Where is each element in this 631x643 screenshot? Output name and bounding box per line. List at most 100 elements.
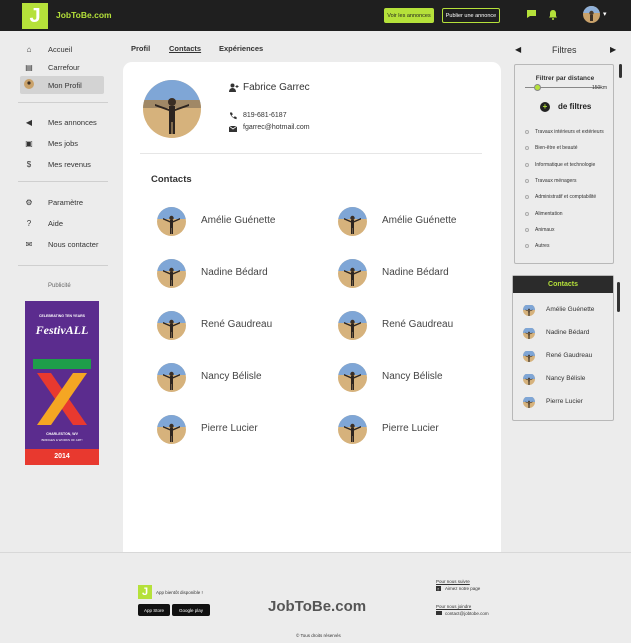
scrollbar[interactable]	[617, 282, 620, 312]
filter-option[interactable]: Informatique et technologie	[525, 162, 595, 168]
side-contact-name[interactable]: Nadine Bédard	[546, 329, 589, 336]
side-contact-avatar[interactable]	[523, 304, 535, 316]
radio-icon	[525, 244, 529, 249]
filter-option[interactable]: Travaux intérieurs et extérieurs	[525, 129, 604, 135]
help-icon: ?	[26, 218, 32, 228]
sidebar-item-mes-revenus[interactable]: $ Mes revenus	[20, 155, 104, 173]
side-contact-name[interactable]: Pierre Lucier	[546, 398, 583, 405]
ad-year: 2014	[25, 449, 99, 465]
filter-panel: Filtrer par distance 150km + de filtres …	[514, 64, 614, 264]
filter-option-label: Bien-être et beauté	[535, 145, 578, 152]
sidebar-item-label: Carrefour	[48, 62, 80, 72]
briefcase-icon: ▣	[25, 138, 33, 148]
side-contact-avatar[interactable]	[523, 396, 535, 408]
side-contacts-panel: Contacts Amélie Guénette Nadine Bédard Ren…	[512, 275, 614, 421]
side-contact-avatar[interactable]	[523, 327, 535, 339]
contact-avatar[interactable]	[157, 311, 186, 340]
contact-email[interactable]: contact@jobtobe.com	[445, 611, 489, 616]
radio-icon	[525, 162, 529, 167]
tab-profil[interactable]: Profil	[131, 44, 150, 53]
logo-text[interactable]: JobToBe.com	[56, 10, 112, 20]
sidebar-item-accueil[interactable]: ⌂ Accueil	[20, 40, 104, 58]
sidebar-item-parametre[interactable]: ⚙ Paramètre	[20, 193, 104, 211]
contact-name[interactable]: Amélie Guénette	[382, 215, 457, 226]
contact-avatar[interactable]	[338, 259, 367, 288]
plus-icon[interactable]: +	[540, 102, 550, 112]
ad-banner[interactable]: CELEBRATING TEN YEARS FestivALL CHARLEST…	[25, 301, 99, 465]
chevron-down-icon[interactable]: ▾	[603, 10, 607, 18]
contact-avatar[interactable]	[157, 415, 186, 444]
bell-icon[interactable]	[548, 9, 558, 23]
sidebar-item-label: Aide	[48, 218, 64, 228]
sidebar-item-nous-contacter[interactable]: ✉ Nous contacter	[20, 235, 104, 253]
contact-avatar[interactable]	[157, 259, 186, 288]
filters-title: Filtres	[552, 45, 577, 55]
contact-name[interactable]: René Gaudreau	[382, 319, 453, 330]
contact-avatar[interactable]	[338, 363, 367, 392]
google-play-label: Google play	[178, 607, 204, 613]
top-bar: J JobToBe.com Voir les annonces Publier …	[0, 0, 631, 31]
sidebar-item-carrefour[interactable]: ▤ Carrefour	[20, 58, 104, 76]
sidebar-item-label: Mon Profil	[48, 80, 82, 90]
profile-name: Fabrice Garrec	[243, 82, 310, 93]
sidebar-item-aide[interactable]: ? Aide	[20, 214, 104, 232]
post-ad-button[interactable]: Publier une annonce	[442, 8, 500, 23]
chat-icon[interactable]	[526, 9, 537, 22]
follow-text[interactable]: Aimez notre page	[445, 586, 480, 591]
sidebar-divider	[18, 265, 108, 266]
side-contact-avatar[interactable]	[523, 373, 535, 385]
side-contact-avatar[interactable]	[523, 350, 535, 362]
filter-option[interactable]: Travaux ménagers	[525, 178, 577, 184]
view-ads-button[interactable]: Voir les annonces	[384, 8, 434, 23]
filter-option[interactable]: Administratif et comptabilité	[525, 194, 596, 200]
profile-email[interactable]: fgarrec@hotmail.com	[243, 124, 310, 131]
contact-name[interactable]: Pierre Lucier	[382, 423, 439, 434]
sidebar-item-mes-jobs[interactable]: ▣ Mes jobs	[20, 134, 104, 152]
ad-brand: FestivALL	[35, 323, 89, 337]
filter-option[interactable]: Animaux	[525, 227, 554, 233]
logo-letter: J	[29, 4, 41, 27]
scrollbar[interactable]	[619, 64, 622, 78]
copyright: © Tous droits réservés	[296, 633, 341, 638]
contact-avatar[interactable]	[157, 363, 186, 392]
contact-name[interactable]: René Gaudreau	[201, 319, 272, 330]
mail-icon	[436, 611, 442, 616]
more-filters-label[interactable]: de filtres	[558, 102, 591, 111]
megaphone-icon: ◀	[25, 117, 33, 127]
logo[interactable]: J	[22, 3, 48, 29]
sidebar-item-mon-profil[interactable]: Mon Profil	[20, 76, 104, 94]
filter-option[interactable]: Alimentation	[525, 211, 563, 217]
filter-option[interactable]: Autres	[525, 243, 549, 249]
contact-name[interactable]: Nadine Bédard	[382, 267, 449, 278]
filter-option-label: Travaux ménagers	[535, 177, 577, 184]
side-contact-name[interactable]: Amélie Guénette	[546, 306, 594, 313]
radio-icon	[525, 227, 529, 232]
sidebar-item-mes-annonces[interactable]: ◀ Mes annonces	[20, 113, 104, 131]
app-store-button[interactable]: App Store	[138, 604, 170, 616]
tab-experiences[interactable]: Expériences	[219, 44, 263, 53]
prev-arrow-icon[interactable]: ◀	[515, 45, 521, 54]
contact-avatar[interactable]	[338, 415, 367, 444]
contact-name[interactable]: Nadine Bédard	[201, 267, 268, 278]
mail-icon	[228, 125, 238, 134]
contact-name[interactable]: Amélie Guénette	[201, 215, 276, 226]
ad-sub: BRIDGES & WORKS OF ART!	[41, 438, 83, 442]
filter-option[interactable]: Bien-être et beauté	[525, 145, 578, 151]
next-arrow-icon[interactable]: ▶	[610, 45, 616, 54]
distance-slider-handle[interactable]	[534, 84, 542, 91]
user-add-icon[interactable]	[229, 83, 239, 94]
profile-phone: 819-681-6187	[243, 112, 287, 119]
facebook-icon[interactable]: f	[436, 586, 441, 592]
filter-option-label: Administratif et comptabilité	[535, 194, 597, 201]
contact-name[interactable]: Pierre Lucier	[201, 423, 258, 434]
user-avatar[interactable]	[583, 6, 600, 23]
contact-name[interactable]: Nancy Bélisle	[382, 371, 443, 382]
side-contact-name[interactable]: Nancy Bélisle	[546, 375, 585, 382]
google-play-button[interactable]: Google play	[172, 604, 210, 616]
side-contact-name[interactable]: René Gaudreau	[546, 352, 592, 359]
contact-avatar[interactable]	[338, 207, 367, 236]
contact-name[interactable]: Nancy Bélisle	[201, 371, 262, 382]
contact-avatar[interactable]	[157, 207, 186, 236]
tab-contacts[interactable]: Contacts	[169, 44, 201, 53]
contact-avatar[interactable]	[338, 311, 367, 340]
